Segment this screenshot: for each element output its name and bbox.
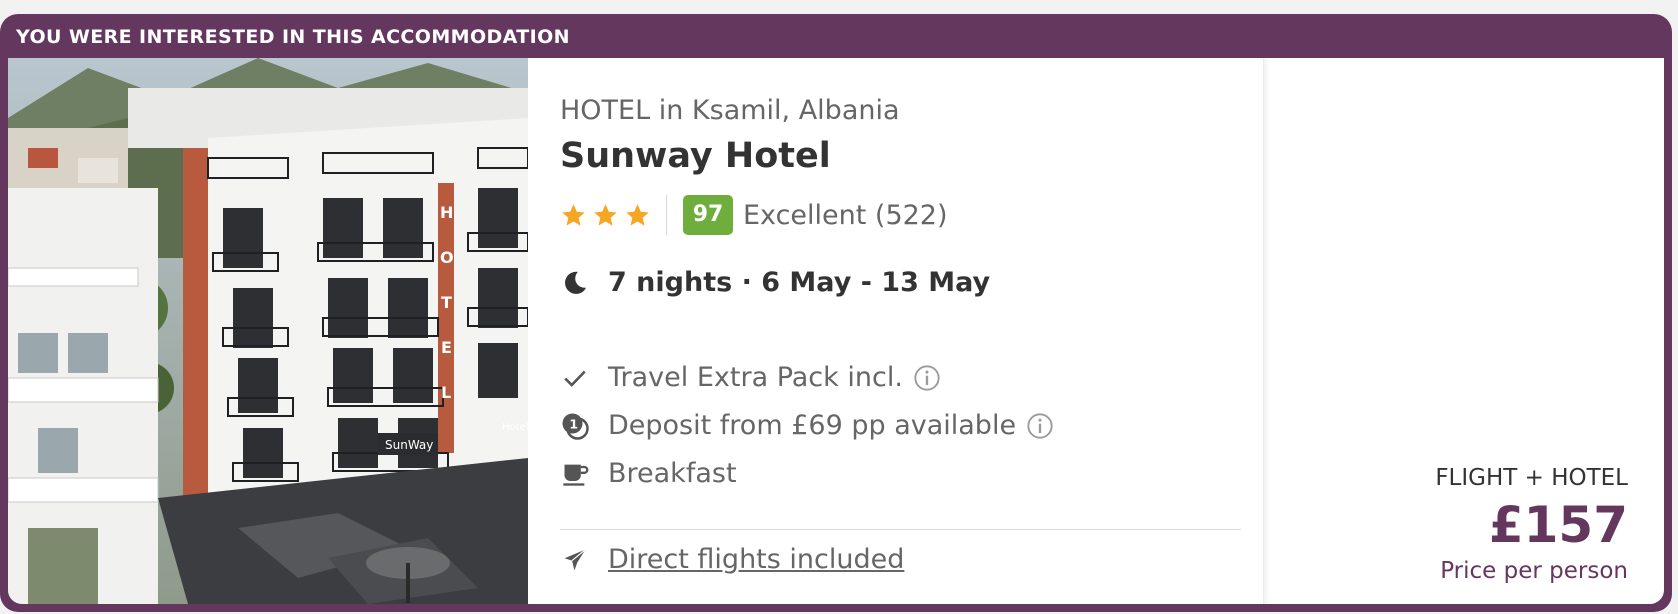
svg-text:1: 1 [569, 416, 578, 431]
star-icon [594, 203, 617, 226]
facade-sign-h: H [440, 203, 453, 222]
feature-extra-text: Travel Extra Pack incl. [608, 362, 903, 393]
feature-deposit: 1 Deposit from £69 pp available [560, 410, 1054, 441]
accommodation-card[interactable]: YOU WERE INTERESTED IN THIS ACCOMMODATIO… [0, 14, 1672, 612]
hotel-location: HOTEL in Ksamil, Albania [560, 95, 900, 126]
feature-flights: Direct flights included [560, 544, 904, 575]
star-icon [562, 203, 585, 226]
side-sign: Hotel [502, 422, 528, 433]
card-body: H O T E L SunWay Hotel H OTEL in Ksamil, … [8, 58, 1664, 604]
deposit-coin-icon: 1 [560, 411, 590, 441]
direct-flights-link[interactable]: Direct flights included [608, 544, 904, 575]
price-panel[interactable]: FLIGHT + HOTEL £157 Price per person [1263, 58, 1664, 604]
interest-banner: YOU WERE INTERESTED IN THIS ACCOMMODATIO… [16, 26, 570, 48]
hotel-details: HOTEL in Ksamil, Albania Sunway Hotel 97… [560, 58, 1241, 604]
feature-board: Breakfast [560, 458, 737, 489]
feature-extra: Travel Extra Pack incl. [560, 362, 941, 393]
facade-sign-l: L [441, 383, 451, 402]
info-icon[interactable] [913, 364, 941, 392]
info-icon[interactable] [1026, 412, 1054, 440]
rating-row: 97 Excellent (522) [560, 194, 948, 236]
review-score-badge[interactable]: 97 [683, 195, 733, 235]
stay-dates-text: 7 nights · 6 May - 13 May [608, 267, 991, 298]
moon-icon [560, 268, 590, 298]
rating-divider [666, 195, 667, 235]
star-icon [626, 203, 649, 226]
entrance-sign: SunWay [385, 438, 433, 452]
coffee-cup-icon [560, 459, 590, 489]
check-icon [560, 363, 590, 393]
package-type: FLIGHT + HOTEL [1435, 465, 1628, 491]
facade-sign-t: T [441, 293, 452, 312]
features-divider [560, 529, 1241, 530]
feature-deposit-text: Deposit from £69 pp available [608, 410, 1017, 441]
price-per-person-label: Price per person [1440, 558, 1628, 584]
hotel-name[interactable]: Sunway Hotel [560, 136, 831, 176]
review-score-label[interactable]: Excellent (522) [743, 200, 948, 231]
hotel-photo[interactable]: H O T E L SunWay Hotel [8, 58, 528, 604]
stay-dates: 7 nights · 6 May - 13 May [560, 267, 990, 298]
facade-sign-e: E [441, 338, 452, 357]
facade-sign-o: O [440, 248, 454, 267]
price-amount: £157 [1488, 496, 1628, 554]
star-rating [560, 202, 651, 229]
feature-board-text: Breakfast [608, 458, 737, 489]
plane-icon [560, 545, 590, 575]
